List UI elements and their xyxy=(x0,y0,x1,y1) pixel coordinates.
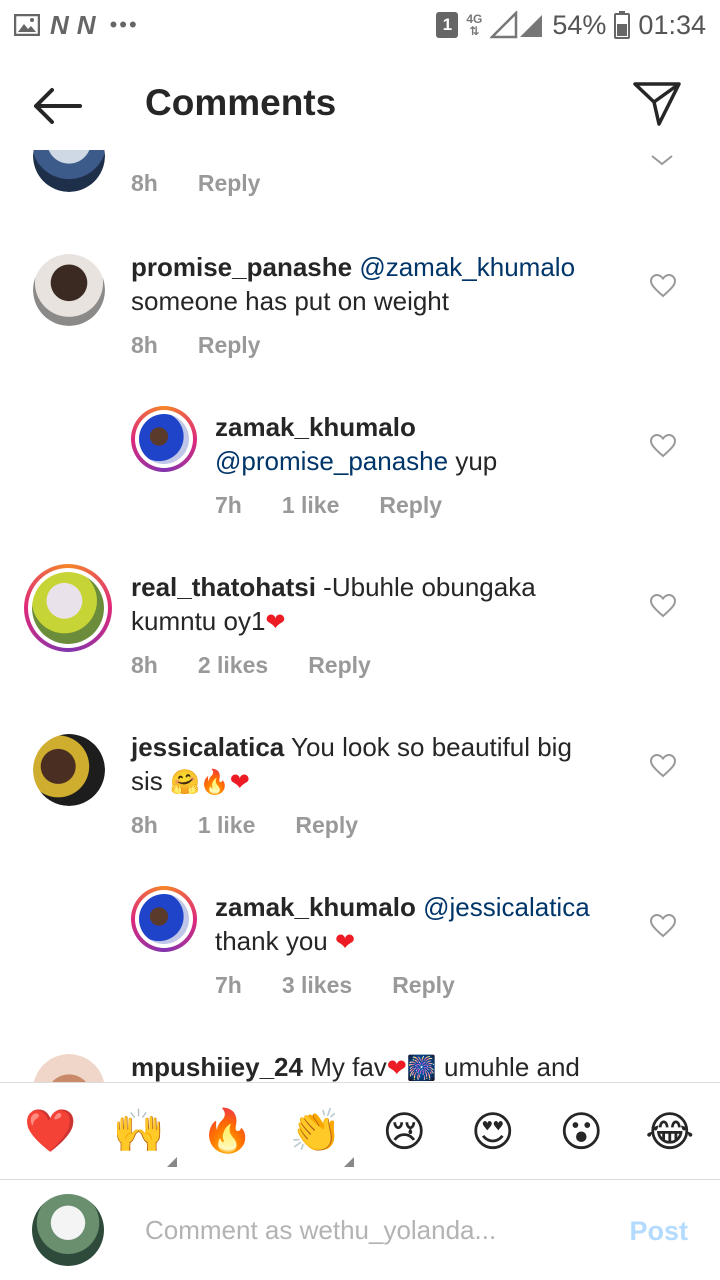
battery-percent: 54% xyxy=(552,9,607,40)
comment-time: 8h xyxy=(131,812,158,838)
heart-outline-icon[interactable] xyxy=(650,274,676,298)
reply-button[interactable]: Reply xyxy=(295,812,358,839)
comment-time: 7h xyxy=(215,972,242,998)
comment-text: My fav xyxy=(302,1052,387,1082)
comments-list[interactable]: 8h Reply promise_panashe @zamak_khumalo … xyxy=(0,150,720,1082)
current-user-avatar xyxy=(32,1194,104,1266)
emoji-quick-bar: ❤️ 🙌 🔥 👏 😢 😍 😮 😂 xyxy=(0,1082,720,1180)
comment-input[interactable] xyxy=(145,1210,585,1250)
battery-icon xyxy=(614,11,631,39)
avatar[interactable] xyxy=(24,564,112,652)
post-button[interactable]: Post xyxy=(629,1216,688,1247)
network-type: 4G ⇅ xyxy=(466,12,483,38)
more-dots-icon: ••• xyxy=(109,12,139,37)
comment-text-line2: kumntu oy1 xyxy=(131,606,266,636)
comment-text: -Ubuhle obungaka xyxy=(315,572,536,602)
comment-username[interactable]: mpushiiey_24 xyxy=(131,1052,303,1082)
reply-button[interactable]: Reply xyxy=(198,332,261,359)
comment-mention[interactable]: @jessicalatica xyxy=(423,892,590,922)
comment-username[interactable]: promise_panashe xyxy=(131,252,352,282)
comment-username[interactable]: real_thatohatsi xyxy=(131,572,316,602)
arrow-left-icon[interactable] xyxy=(30,86,82,126)
reply-button[interactable]: Reply xyxy=(379,492,442,519)
likes-count[interactable]: 1 like xyxy=(198,812,256,839)
heart-outline-icon[interactable] xyxy=(650,754,676,778)
n-notification-icon: N xyxy=(76,9,96,40)
heart-outline-icon[interactable] xyxy=(650,434,676,458)
emoji-crying-button[interactable]: 😢 xyxy=(374,1101,434,1161)
comment-time: 7h xyxy=(215,492,242,518)
comment-composer: Post xyxy=(0,1180,720,1280)
emoji-raising-hands-button[interactable]: 🙌 xyxy=(109,1101,177,1167)
emoji-red-heart-button[interactable]: ❤️ xyxy=(20,1101,80,1161)
paper-plane-icon[interactable] xyxy=(632,80,682,128)
fireworks-emoji: 🎆 xyxy=(406,1054,437,1082)
avatar[interactable] xyxy=(33,150,105,192)
likes-count[interactable]: 3 likes xyxy=(282,972,352,999)
comment-text-line2: sis xyxy=(131,766,170,796)
reply-button[interactable]: Reply xyxy=(198,170,261,197)
comment-username[interactable]: jessicalatica xyxy=(131,732,284,762)
avatar[interactable] xyxy=(131,406,197,472)
comment-username[interactable]: zamak_khumalo xyxy=(215,892,416,922)
chevron-down-icon[interactable] xyxy=(650,154,674,166)
n-notification-icon: N xyxy=(50,9,69,40)
heart-outline-icon[interactable] xyxy=(650,594,676,618)
page-title: Comments xyxy=(145,82,337,123)
clock: 01:34 xyxy=(638,9,706,40)
avatar[interactable] xyxy=(33,254,105,326)
fire-emoji: 🔥 xyxy=(199,768,230,796)
reply-button[interactable]: Reply xyxy=(392,972,455,999)
comment-mention[interactable]: @promise_panashe xyxy=(215,446,448,476)
reply-button[interactable]: Reply xyxy=(308,652,371,679)
avatar[interactable] xyxy=(131,886,197,952)
skin-tone-corner-icon xyxy=(166,1157,177,1167)
likes-count[interactable]: 1 like xyxy=(282,492,340,519)
comment-mention[interactable]: @zamak_khumalo xyxy=(359,252,575,282)
comment-text-line2: umuhle and xyxy=(436,1052,580,1082)
comment-text: You look so beautiful big xyxy=(284,732,572,762)
comment-text: someone has put on weight xyxy=(131,286,449,316)
avatar[interactable] xyxy=(33,1054,105,1082)
likes-count[interactable]: 2 likes xyxy=(198,652,268,679)
red-heart-emoji: ❤ xyxy=(386,1054,407,1082)
comment-time: 8h xyxy=(131,170,158,196)
status-bar: N N ••• 1 4G ⇅ 54% 01:34 xyxy=(0,0,720,50)
emoji-clapping-button[interactable]: 👏 xyxy=(286,1101,354,1167)
comment-text: yup xyxy=(448,446,498,476)
emoji-surprised-button[interactable]: 😮 xyxy=(551,1101,611,1161)
comment-time: 8h xyxy=(131,332,158,358)
comment-username[interactable]: zamak_khumalo xyxy=(215,412,416,442)
emoji-heart-eyes-button[interactable]: 😍 xyxy=(463,1101,523,1161)
emoji-fire-button[interactable]: 🔥 xyxy=(197,1101,257,1161)
skin-tone-corner-icon xyxy=(343,1157,354,1167)
gallery-icon xyxy=(14,14,40,36)
avatar[interactable] xyxy=(33,734,105,806)
signal-icon xyxy=(490,11,543,39)
comments-header: Comments xyxy=(0,56,720,156)
comment-time: 8h xyxy=(131,652,158,678)
red-heart-emoji: ❤ xyxy=(334,928,356,956)
emoji-laughing-button[interactable]: 😂 xyxy=(640,1101,700,1161)
sim-slot-badge: 1 xyxy=(436,12,459,38)
heart-outline-icon[interactable] xyxy=(650,914,676,938)
red-heart-emoji: ❤ xyxy=(229,768,250,796)
red-heart-emoji: ❤ xyxy=(265,608,286,636)
hugging-face-emoji: 🤗 xyxy=(170,768,200,796)
comment-text: thank you xyxy=(215,926,335,956)
